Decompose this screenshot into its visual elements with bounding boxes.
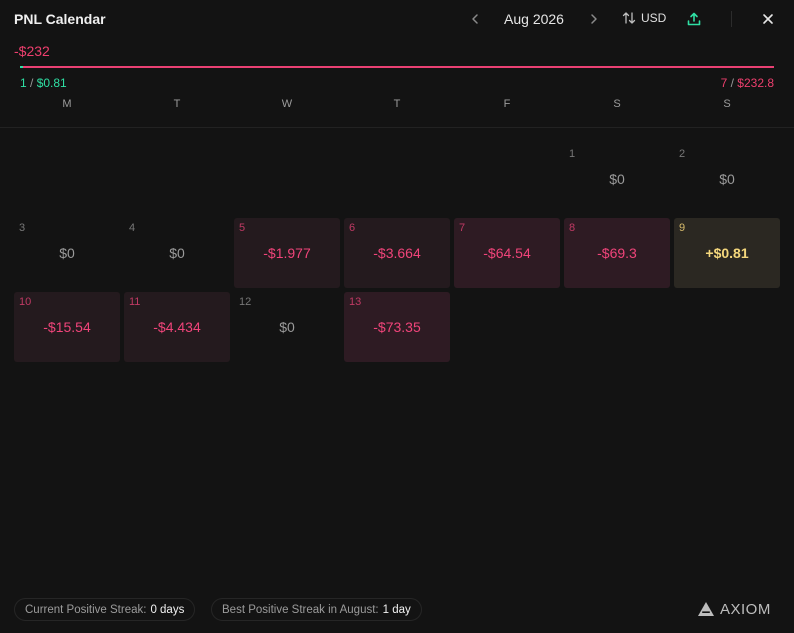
- prev-month-button[interactable]: [468, 9, 482, 29]
- day-pnl: -$1.977: [263, 245, 311, 261]
- day-pnl: -$3.664: [373, 245, 421, 261]
- chevron-left-icon: [472, 14, 478, 24]
- wins-summary: 1 / $0.81: [20, 76, 67, 90]
- header-separator: [0, 127, 794, 128]
- losses-separator: /: [727, 76, 738, 90]
- day-pnl: $0: [609, 171, 625, 187]
- day-cell-8[interactable]: 8 -$69.3: [564, 218, 670, 288]
- day-cell-3[interactable]: 3 $0: [14, 218, 120, 288]
- close-icon: [763, 14, 773, 24]
- weekday-tue: T: [173, 98, 181, 110]
- day-cell-2[interactable]: 2 $0: [674, 144, 780, 214]
- day-pnl: $0: [59, 245, 75, 261]
- calendar-grid: 1 $0 2 $0 3 $0 4 $0 5 -$1.977 6 -$3.664 …: [0, 0, 794, 633]
- current-streak-label: Current Positive Streak:: [25, 603, 147, 616]
- export-button[interactable]: [686, 11, 702, 32]
- day-cell-6[interactable]: 6 -$3.664: [344, 218, 450, 288]
- wins-separator: /: [26, 76, 37, 90]
- current-streak-value: 0 days: [150, 603, 185, 616]
- best-streak-badge: Best Positive Streak in August: 1 day: [211, 598, 422, 621]
- wins-count: 1: [20, 76, 27, 90]
- day-cell-5[interactable]: 5 -$1.977: [234, 218, 340, 288]
- day-cell-13[interactable]: 13 -$73.35: [344, 292, 450, 362]
- day-pnl: -$64.54: [483, 245, 531, 261]
- weekday-header: M T W T F S S: [12, 98, 782, 116]
- total-pnl: -$232: [14, 43, 50, 59]
- losses-amount: $232.8: [737, 76, 774, 90]
- day-pnl: $0: [719, 171, 735, 187]
- day-pnl: -$15.54: [43, 319, 91, 335]
- swap-vertical-icon: [622, 12, 636, 24]
- day-pnl: -$4.434: [153, 319, 201, 335]
- losses-summary: 7 / $232.8: [721, 76, 774, 90]
- day-cell-10[interactable]: 10 -$15.54: [14, 292, 120, 362]
- header: PNL Calendar Aug 2026 USD: [0, 0, 794, 38]
- day-cell-9[interactable]: 9 +$0.81: [674, 218, 780, 288]
- weekday-thu: T: [393, 98, 401, 110]
- day-pnl: $0: [169, 245, 185, 261]
- current-streak-badge: Current Positive Streak: 0 days: [14, 598, 196, 621]
- day-cell-7[interactable]: 7 -$64.54: [454, 218, 560, 288]
- upload-icon: [687, 12, 701, 26]
- page-title: PNL Calendar: [14, 11, 106, 27]
- weekday-sun: S: [723, 98, 731, 110]
- day-pnl: -$69.3: [597, 245, 637, 261]
- currency-label: USD: [641, 11, 667, 25]
- chevron-right-icon: [591, 14, 597, 24]
- axiom-logo-icon: [698, 602, 714, 616]
- weekday-sat: S: [613, 98, 621, 110]
- day-pnl: $0: [279, 319, 295, 335]
- current-month-label: Aug 2026: [504, 11, 564, 27]
- win-loss-bar: [20, 66, 774, 68]
- day-pnl: +$0.81: [705, 245, 749, 261]
- day-pnl: -$73.35: [373, 319, 421, 335]
- best-streak-label: Best Positive Streak in August:: [222, 603, 379, 616]
- close-button[interactable]: [761, 12, 775, 31]
- next-month-button[interactable]: [587, 9, 601, 29]
- day-cell-1[interactable]: 1 $0: [564, 144, 670, 214]
- weekday-mon: M: [62, 98, 72, 110]
- best-streak-value: 1 day: [382, 603, 411, 616]
- brand-logo: AXIOM: [697, 600, 771, 618]
- win-bar-fill: [20, 66, 23, 68]
- currency-toggle-button[interactable]: USD: [622, 11, 666, 25]
- day-cell-11[interactable]: 11 -$4.434: [124, 292, 230, 362]
- weekday-fri: F: [503, 98, 511, 110]
- weekday-wed: W: [281, 98, 293, 110]
- day-cell-4[interactable]: 4 $0: [124, 218, 230, 288]
- wins-amount: $0.81: [36, 76, 67, 90]
- brand-name: AXIOM: [720, 600, 771, 618]
- header-divider: [731, 11, 732, 27]
- day-cell-12[interactable]: 12 $0: [234, 292, 340, 362]
